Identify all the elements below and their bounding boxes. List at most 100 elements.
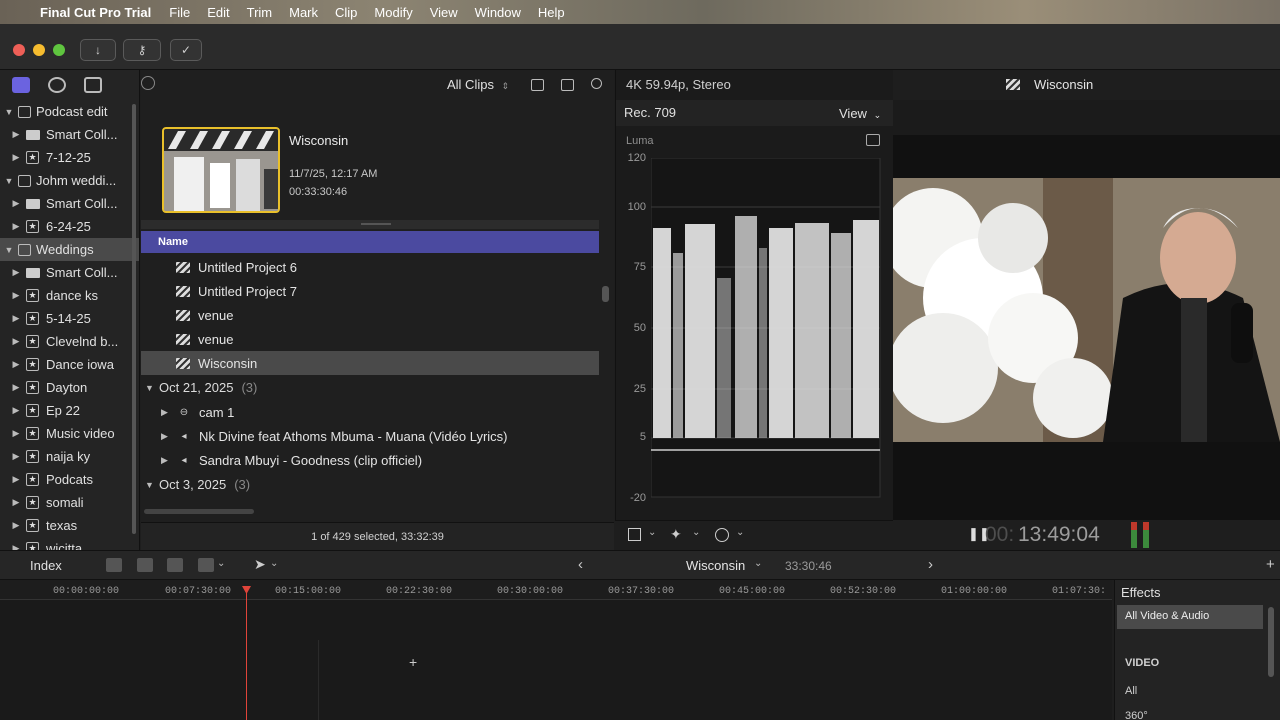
- scopes-view-menu[interactable]: View ⌄: [839, 106, 881, 121]
- chevron-down-icon[interactable]: ⌄: [736, 527, 744, 538]
- menu-edit[interactable]: Edit: [207, 5, 229, 20]
- disclosure-open-icon[interactable]: ▼: [3, 107, 15, 117]
- menu-modify[interactable]: Modify: [374, 5, 412, 20]
- import-button[interactable]: ↓: [80, 39, 116, 61]
- disclosure-closed-icon[interactable]: ▶: [10, 152, 22, 163]
- add-icon[interactable]: +: [1266, 556, 1275, 573]
- disclosure-open-icon[interactable]: ▼: [145, 383, 157, 393]
- sidebar-item[interactable]: ▶ Smart Coll...: [0, 192, 139, 215]
- select-tool-arrow-icon[interactable]: ➤: [254, 556, 266, 573]
- append-clip-icon[interactable]: [167, 558, 183, 572]
- insert-clip-icon[interactable]: [137, 558, 153, 572]
- sidebar-item[interactable]: ▶ Smart Coll...: [0, 123, 139, 146]
- browser-horizontal-scrollbar[interactable]: [144, 509, 254, 514]
- sidebar-item[interactable]: ▶ ★ wicitta: [0, 537, 139, 550]
- chevron-down-icon[interactable]: ⌄: [217, 558, 225, 569]
- photos-audio-tab-icon[interactable]: [48, 77, 66, 93]
- disclosure-closed-icon[interactable]: ▶: [161, 431, 173, 442]
- disclosure-open-icon[interactable]: ▼: [145, 480, 157, 490]
- minimize-window-button[interactable]: [33, 44, 45, 56]
- effects-item-all[interactable]: All: [1125, 685, 1137, 697]
- menu-file[interactable]: File: [169, 5, 190, 20]
- browser-row[interactable]: Wisconsin: [141, 351, 599, 375]
- browser-date-group[interactable]: ▼ Oct 21, 2025 (3): [141, 375, 599, 400]
- timeline-ruler[interactable]: 00:00:00:00 00:07:30:00 00:15:00:00 00:2…: [0, 580, 1112, 600]
- browser-row[interactable]: Untitled Project 7: [141, 279, 599, 303]
- sidebar-item[interactable]: ▼ Podcast edit: [0, 100, 139, 123]
- browser-row[interactable]: venue: [141, 327, 599, 351]
- disclosure-closed-icon[interactable]: ▶: [10, 405, 22, 416]
- connect-clip-icon[interactable]: [106, 558, 122, 572]
- sidebar-item[interactable]: ▶ ★ somali: [0, 491, 139, 514]
- sidebar-item[interactable]: ▶ ★ naija ky: [0, 445, 139, 468]
- sidebar-item[interactable]: ▼ Weddings: [0, 238, 139, 261]
- sidebar-scrollbar[interactable]: [132, 104, 136, 534]
- video-frame[interactable]: [893, 178, 1280, 442]
- search-icon[interactable]: [591, 78, 602, 89]
- browser-row[interactable]: ▶ ◂ Nk Divine feat Athoms Mbuma - Muana (V…: [141, 424, 599, 448]
- menu-view[interactable]: View: [430, 5, 458, 20]
- keyword-editor-button[interactable]: ⚷: [123, 39, 161, 61]
- disclosure-closed-icon[interactable]: ▶: [161, 455, 173, 466]
- sidebar-item[interactable]: ▶ ★ Ep 22: [0, 399, 139, 422]
- menu-trim[interactable]: Trim: [247, 5, 273, 20]
- libraries-tab-icon[interactable]: [12, 77, 30, 93]
- browser-date-group[interactable]: ▼ Oct 3, 2025 (3): [141, 472, 599, 497]
- disclosure-closed-icon[interactable]: ▶: [10, 543, 22, 550]
- background-tasks-button[interactable]: ✓: [170, 39, 202, 61]
- app-menu[interactable]: Final Cut Pro Trial: [40, 5, 151, 20]
- filmstrip-view-icon[interactable]: [561, 79, 574, 91]
- disclosure-closed-icon[interactable]: ▶: [10, 520, 22, 531]
- disclosure-closed-icon[interactable]: ▶: [10, 428, 22, 439]
- browser-scrollbar[interactable]: [602, 286, 609, 302]
- disclosure-closed-icon[interactable]: ▶: [10, 129, 22, 140]
- disclosure-closed-icon[interactable]: ▶: [10, 198, 22, 209]
- browser-row[interactable]: ▶ ◂ Sandra Mbuyi - Goodness (clip officiel…: [141, 448, 599, 472]
- list-view-icon[interactable]: [531, 79, 544, 91]
- disclosure-closed-icon[interactable]: ▶: [10, 359, 22, 370]
- browser-row[interactable]: venue: [141, 303, 599, 327]
- sidebar-item[interactable]: ▶ ★ Clevelnd b...: [0, 330, 139, 353]
- disclosure-closed-icon[interactable]: ▶: [10, 221, 22, 232]
- browser-row[interactable]: Untitled Project 6: [141, 255, 599, 279]
- sidebar-item[interactable]: ▶ ★ dance ks: [0, 284, 139, 307]
- disclosure-open-icon[interactable]: ▼: [3, 176, 15, 186]
- sidebar-item[interactable]: ▼ Johm weddi...: [0, 169, 139, 192]
- disclosure-closed-icon[interactable]: ▶: [10, 290, 22, 301]
- zoom-window-button[interactable]: [53, 44, 65, 56]
- menu-clip[interactable]: Clip: [335, 5, 357, 20]
- titles-generators-tab-icon[interactable]: [84, 77, 102, 93]
- disclosure-closed-icon[interactable]: ▶: [10, 267, 22, 278]
- timeline-area[interactable]: 00:00:00:00 00:07:30:00 00:15:00:00 00:2…: [0, 580, 1112, 720]
- disclosure-closed-icon[interactable]: ▶: [10, 474, 22, 485]
- disclosure-closed-icon[interactable]: ▶: [10, 451, 22, 462]
- disclosure-closed-icon[interactable]: ▶: [10, 313, 22, 324]
- sidebar-item[interactable]: ▶ Smart Coll...: [0, 261, 139, 284]
- effects-scrollbar[interactable]: [1268, 607, 1274, 677]
- sidebar-item[interactable]: ▶ ★ Music video: [0, 422, 139, 445]
- effects-category-selected[interactable]: All Video & Audio: [1117, 605, 1263, 629]
- overwrite-clip-icon[interactable]: [198, 558, 214, 572]
- forward-arrow-icon[interactable]: ›: [928, 556, 933, 573]
- magic-wand-icon[interactable]: ✦: [670, 526, 682, 543]
- name-column-header[interactable]: Name: [141, 231, 599, 253]
- sidebar-item[interactable]: ▶ ★ 7-12-25: [0, 146, 139, 169]
- menu-mark[interactable]: Mark: [289, 5, 318, 20]
- timecode-display[interactable]: 13:49:04: [1018, 523, 1100, 547]
- browser-divider[interactable]: [141, 220, 599, 229]
- transform-icon[interactable]: [628, 528, 641, 541]
- chevron-down-icon[interactable]: ⌄: [692, 527, 700, 538]
- playhead[interactable]: [246, 588, 247, 720]
- sidebar-item[interactable]: ▶ ★ Podcats: [0, 468, 139, 491]
- chevron-down-icon[interactable]: ⌄: [270, 558, 278, 569]
- menu-help[interactable]: Help: [538, 5, 565, 20]
- effects-item-360[interactable]: 360°: [1125, 710, 1148, 720]
- close-window-button[interactable]: [13, 44, 25, 56]
- chevron-down-icon[interactable]: ⌄: [754, 558, 762, 569]
- browser-row[interactable]: ▶ ⊖ cam 1: [141, 400, 599, 424]
- chevron-down-icon[interactable]: ⌄: [648, 527, 656, 538]
- sidebar-item[interactable]: ▶ ★ Dance iowa: [0, 353, 139, 376]
- disclosure-closed-icon[interactable]: ▶: [10, 497, 22, 508]
- sidebar-item[interactable]: ▶ ★ Dayton: [0, 376, 139, 399]
- index-button[interactable]: Index: [30, 558, 62, 573]
